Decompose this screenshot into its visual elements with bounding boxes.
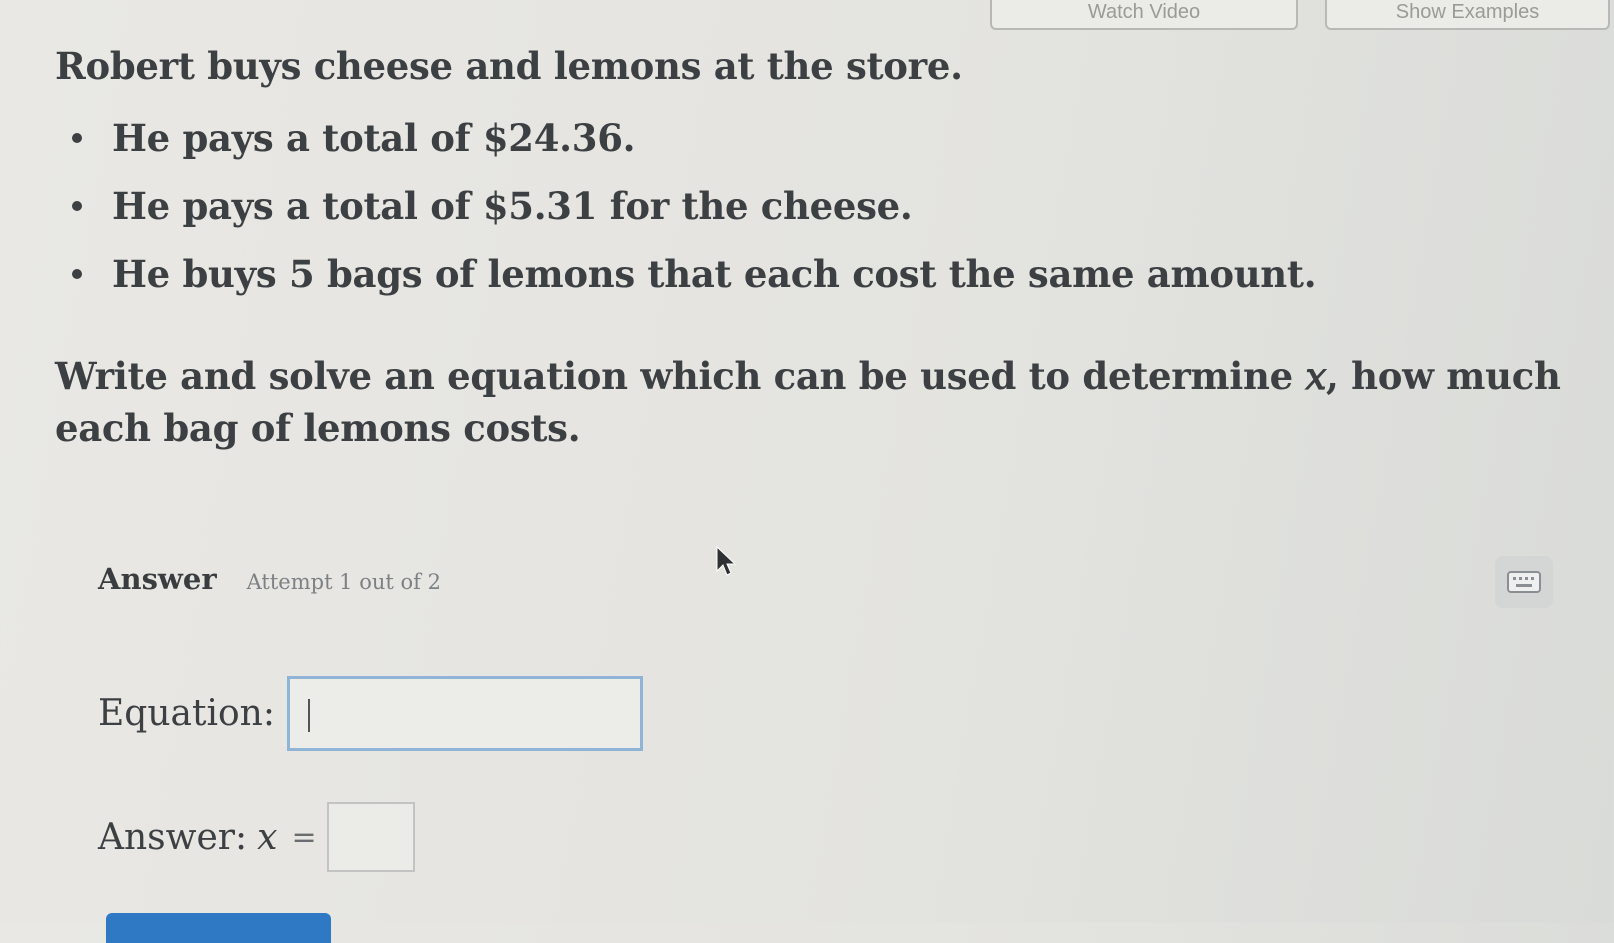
keyboard-icon bbox=[1507, 571, 1541, 593]
answer-input[interactable] bbox=[326, 802, 415, 872]
equation-input[interactable] bbox=[286, 676, 643, 751]
bullet-item: He buys 5 bags of lemons that each cost … bbox=[70, 248, 1317, 316]
answer-label: Answer: bbox=[98, 816, 248, 858]
question-intro: Robert buys cheese and lemons at the sto… bbox=[55, 44, 963, 88]
submit-button[interactable] bbox=[106, 913, 331, 943]
bullet-text: He pays a total of $5.31 for the cheese. bbox=[112, 184, 913, 228]
bullet-dot bbox=[72, 133, 82, 143]
bullet-item: He pays a total of $5.31 for the cheese. bbox=[70, 180, 1316, 248]
equation-row: Equation: bbox=[98, 676, 643, 751]
bullet-text: He pays a total of $24.36. bbox=[112, 116, 636, 160]
bullet-text: He buys 5 bags of lemons that each cost … bbox=[112, 252, 1317, 296]
mouse-pointer-icon bbox=[716, 546, 737, 576]
answer-row: Answer: x = bbox=[98, 802, 415, 872]
question-bullets: He pays a total of $24.36. He pays a tot… bbox=[70, 112, 1317, 316]
answer-header: Answer Attempt 1 out of 2 bbox=[98, 562, 441, 596]
variable-x: x bbox=[257, 816, 278, 858]
keyboard-toggle-button[interactable] bbox=[1495, 556, 1553, 608]
bullet-dot bbox=[72, 201, 82, 211]
watch-video-label: Watch Video bbox=[1087, 1, 1201, 23]
bullet-dot bbox=[72, 269, 82, 279]
question-prompt: Write and solve an equation which can be… bbox=[55, 354, 1561, 450]
equals-sign: = bbox=[291, 819, 317, 855]
bullet-item: He pays a total of $24.36. bbox=[70, 112, 1316, 180]
show-examples-button[interactable]: Show Examples bbox=[1325, 0, 1610, 30]
text-cursor bbox=[307, 699, 310, 732]
watch-video-button[interactable]: Watch Video bbox=[990, 0, 1298, 30]
answer-title: Answer bbox=[98, 562, 217, 596]
attempt-counter: Attempt 1 out of 2 bbox=[246, 570, 441, 594]
equation-label: Equation: bbox=[98, 693, 275, 734]
show-examples-label: Show Examples bbox=[1395, 1, 1540, 23]
